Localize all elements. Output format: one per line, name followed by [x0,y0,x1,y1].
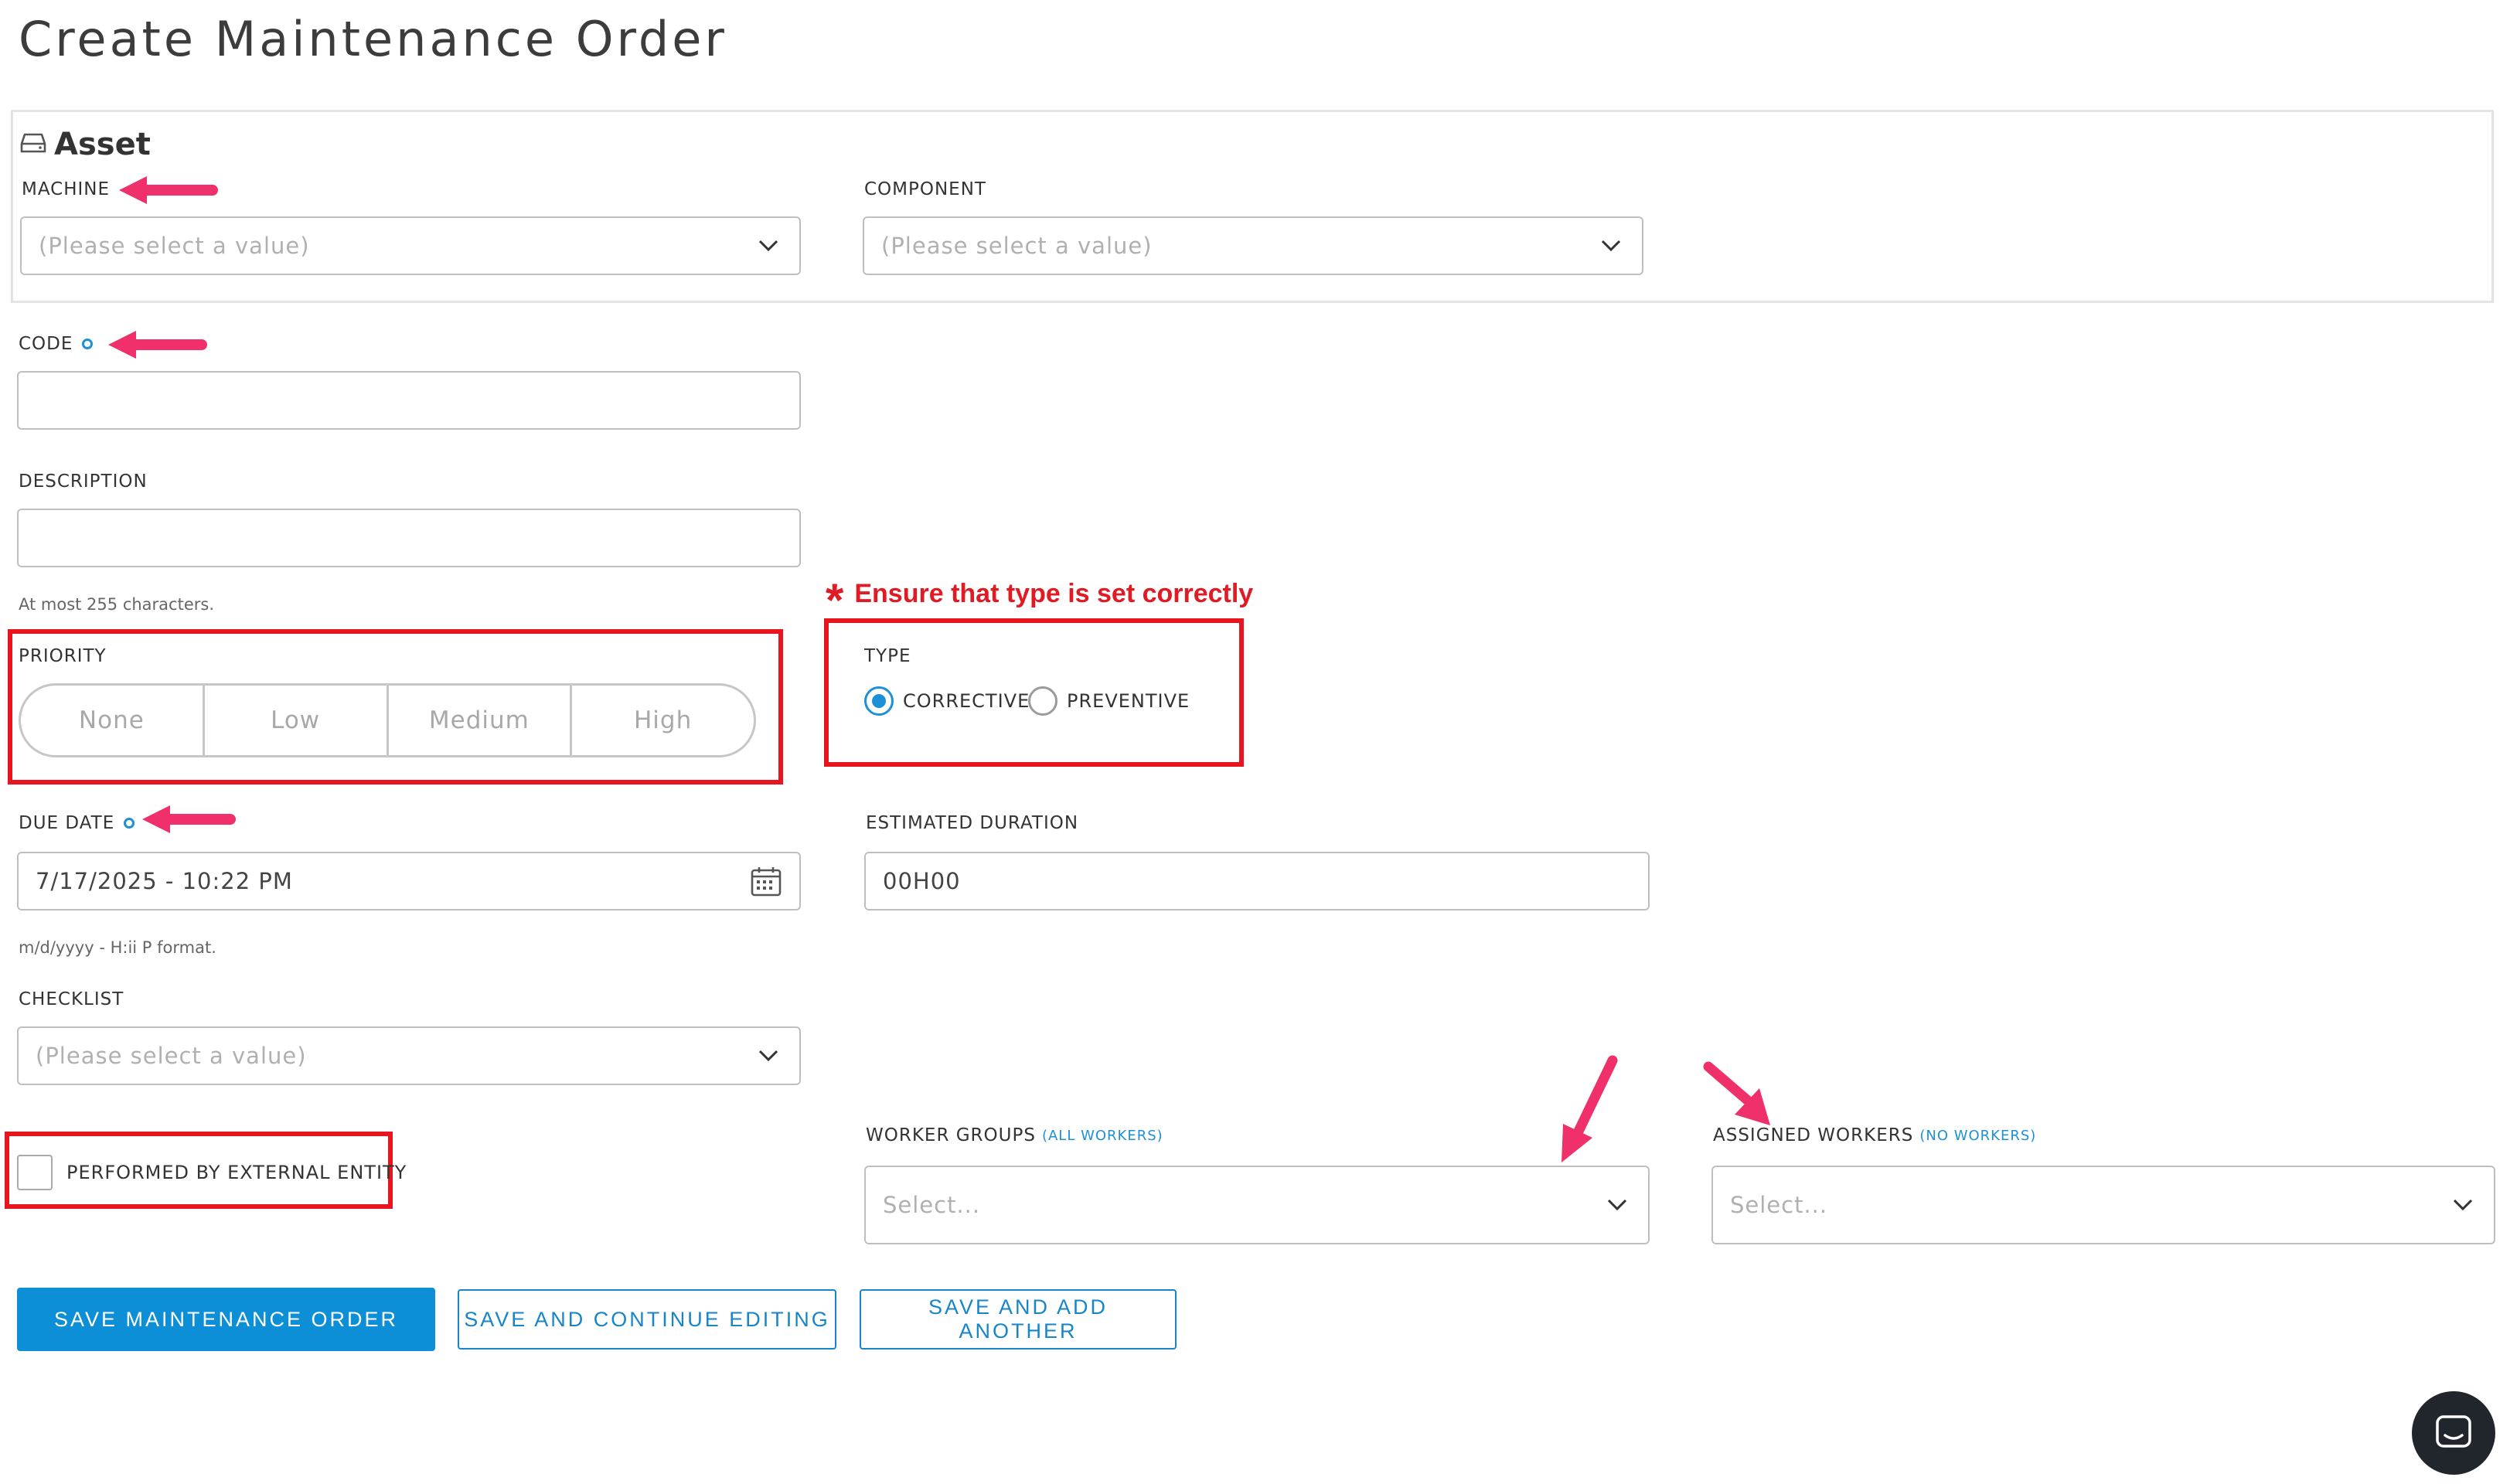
component-label: COMPONENT [864,179,986,199]
component-select-placeholder: (Please select a value) [881,233,1153,259]
assigned-workers-select-placeholder: Select... [1730,1192,1828,1218]
checklist-label: CHECKLIST [19,989,124,1009]
worker-groups-all-workers-link[interactable]: (ALL WORKERS) [1042,1128,1163,1144]
component-label-text: COMPONENT [864,179,986,199]
due-date-label-text: DUE DATE [19,813,115,833]
assigned-workers-no-workers-link[interactable]: (NO WORKERS) [1919,1128,2036,1144]
radio-unchecked-icon[interactable] [1028,686,1057,716]
priority-segmented-control: None Low Medium High [19,683,756,757]
checklist-select[interactable]: (Please select a value) [17,1026,801,1085]
priority-label-text: PRIORITY [19,646,107,666]
type-label: TYPE [864,646,911,666]
due-date-hint: m/d/yyyy - H:ii P format. [19,938,216,957]
priority-label: PRIORITY [19,646,107,666]
worker-groups-label-text: WORKER GROUPS [866,1125,1036,1145]
type-radio-preventive-label: PREVENTIVE [1067,690,1190,712]
worker-groups-label: WORKER GROUPS (ALL WORKERS) [866,1125,1163,1145]
external-entity-checkbox[interactable] [17,1155,53,1190]
code-label: CODE [19,334,94,354]
calendar-icon[interactable] [750,865,782,897]
required-indicator-icon [82,339,94,349]
priority-option-medium[interactable]: Medium [389,686,573,755]
type-radio-corrective[interactable]: CORRECTIVE [864,686,1030,716]
annotation-arrow-assigned-workers [1703,1061,1770,1125]
due-date-input-value: 7/17/2025 - 10:22 PM [36,868,293,894]
save-and-continue-editing-button[interactable]: SAVE AND CONTINUE EDITING [458,1289,836,1350]
description-input[interactable] [17,509,801,567]
checklist-select-placeholder: (Please select a value) [36,1043,307,1069]
estimated-duration-input[interactable]: 00H00 [864,852,1650,910]
save-maintenance-order-button[interactable]: SAVE MAINTENANCE ORDER [17,1288,435,1351]
radio-checked-icon[interactable] [864,686,894,716]
description-label-text: DESCRIPTION [19,471,148,492]
description-hint: At most 255 characters. [19,595,214,614]
external-entity-label: PERFORMED BY EXTERNAL ENTITY [66,1162,407,1183]
chat-bubble-icon [2436,1415,2471,1448]
page-title: Create Maintenance Order [19,11,727,67]
checklist-label-text: CHECKLIST [19,989,124,1009]
hard-drive-icon [20,127,46,162]
type-label-text: TYPE [864,646,911,666]
machine-label-text: MACHINE [22,179,111,199]
chevron-down-icon [1607,1199,1627,1211]
save-and-add-another-button[interactable]: SAVE AND ADD ANOTHER [860,1289,1177,1350]
estimated-duration-label: ESTIMATED DURATION [866,813,1078,833]
annotation-arrow-worker-groups [1562,1055,1618,1162]
machine-label: MACHINE [22,179,110,199]
code-input[interactable] [17,371,801,430]
type-radio-preventive[interactable]: PREVENTIVE [1028,686,1190,716]
machine-select[interactable]: (Please select a value) [20,216,801,275]
priority-option-high[interactable]: High [572,686,754,755]
page: Create Maintenance Order Asset MACHINE (… [0,0,2510,1484]
chevron-down-icon [758,240,778,252]
component-select[interactable]: (Please select a value) [863,216,1643,275]
required-indicator-icon [124,818,135,829]
annotation-type-note-text: Ensure that type is set correctly [854,578,1254,608]
machine-select-placeholder: (Please select a value) [39,233,310,259]
asset-heading: Asset [20,127,151,162]
priority-option-low[interactable]: Low [205,686,389,755]
type-radio-corrective-label: CORRECTIVE [903,690,1030,712]
due-date-input[interactable]: 7/17/2025 - 10:22 PM [17,852,801,910]
annotation-arrow-machine [119,176,218,204]
annotation-arrow-due-date [142,805,236,833]
chevron-down-icon [1601,240,1621,252]
chevron-down-icon [2453,1199,2473,1211]
priority-option-none[interactable]: None [21,686,205,755]
assigned-workers-select[interactable]: Select... [1711,1166,2495,1244]
annotation-star: * [826,574,844,626]
worker-groups-select[interactable]: Select... [864,1166,1650,1244]
estimated-duration-label-text: ESTIMATED DURATION [866,813,1079,833]
description-label: DESCRIPTION [19,471,148,492]
code-label-text: CODE [19,334,73,354]
external-entity-checkbox-row[interactable]: PERFORMED BY EXTERNAL ENTITY [17,1155,407,1190]
due-date-label: DUE DATE [19,813,135,833]
chevron-down-icon [758,1050,778,1062]
chat-widget-button[interactable] [2412,1391,2495,1475]
estimated-duration-input-value: 00H00 [883,868,961,894]
worker-groups-select-placeholder: Select... [883,1192,981,1218]
annotation-type-note: * Ensure that type is set correctly [826,574,1254,626]
annotation-arrow-code [108,331,207,359]
asset-heading-text: Asset [54,127,151,162]
